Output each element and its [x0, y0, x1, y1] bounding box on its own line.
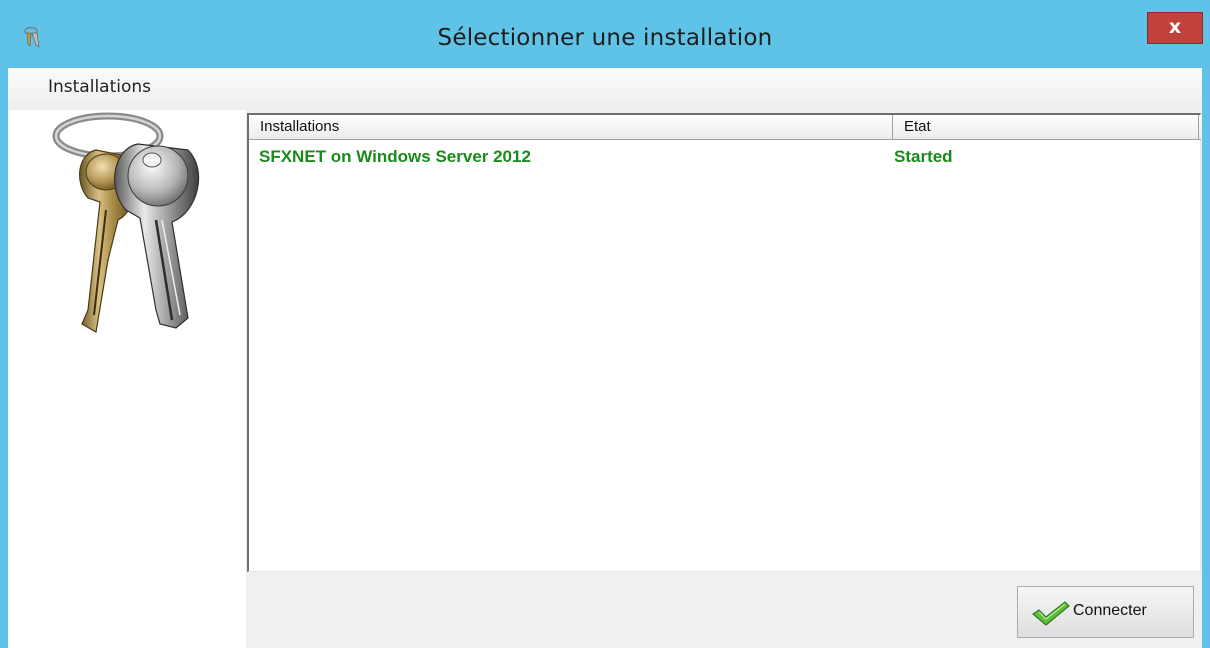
client-area: Installations Installations Etat SFXNET … — [8, 68, 1202, 648]
dialog-window: Sélectionner une installation x Installa… — [0, 0, 1210, 648]
connect-button-label: Connecter — [1073, 602, 1147, 619]
close-icon: x — [1168, 16, 1182, 38]
column-header-etat[interactable]: Etat — [893, 115, 1199, 139]
connect-button[interactable]: Connecter — [1017, 586, 1194, 638]
left-panel — [8, 110, 246, 648]
window-title: Sélectionner une installation — [437, 25, 773, 51]
close-button[interactable]: x — [1147, 12, 1203, 44]
tab-installations[interactable]: Installations — [48, 77, 151, 97]
installation-name: SFXNET on Windows Server 2012 — [259, 147, 531, 166]
keys-icon — [52, 112, 200, 333]
list-header: Installations Etat — [249, 115, 1201, 140]
column-header-installations[interactable]: Installations — [249, 115, 893, 139]
content-area: Installations Etat SFXNET on Windows Ser… — [246, 110, 1202, 648]
installations-listview[interactable]: Installations Etat SFXNET on Windows Ser… — [247, 113, 1201, 572]
list-row[interactable]: SFXNET on Windows Server 2012 Started — [249, 143, 1201, 169]
title-bar: Sélectionner une installation x — [0, 0, 1210, 68]
tab-strip: Installations — [8, 68, 1202, 111]
installation-status: Started — [894, 147, 953, 166]
checkmark-icon — [1032, 601, 1070, 626]
